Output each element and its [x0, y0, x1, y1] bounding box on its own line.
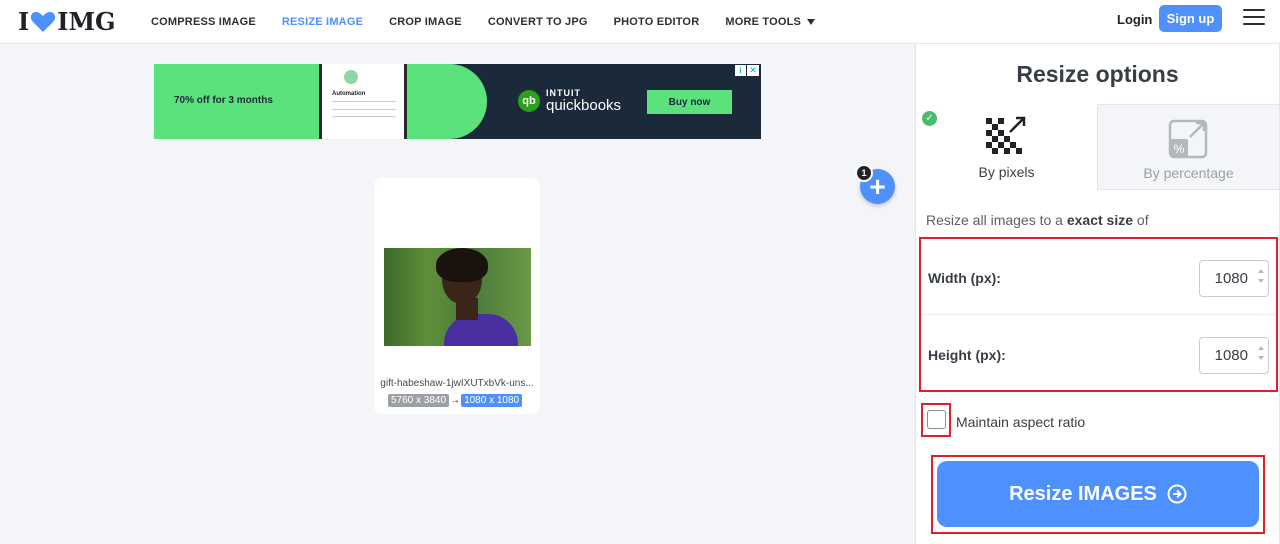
nav-compress-image[interactable]: COMPRESS IMAGE — [138, 16, 269, 28]
tab-by-percentage[interactable]: % By percentage — [1097, 104, 1279, 190]
width-spinner-icon[interactable] — [1257, 268, 1265, 286]
desc-bold: exact size — [1066, 212, 1134, 228]
ad-phone-logo-icon — [344, 70, 358, 84]
nav-resize-image[interactable]: RESIZE IMAGE — [269, 16, 376, 28]
check-icon: ✓ — [922, 111, 937, 126]
file-card[interactable]: gift-habeshaw-1jwIXUTxbVk-uns... 5760 x … — [374, 178, 540, 414]
sidebar-title: Resize options — [1016, 61, 1179, 87]
resize-images-button[interactable]: Resize IMAGES — [937, 461, 1259, 527]
ad-brand: qb INTUIT quickbooks — [518, 88, 621, 114]
submit-button-highlight: Resize IMAGES — [931, 455, 1265, 534]
ad-info-icon[interactable]: i — [735, 65, 746, 76]
height-row: Height (px): — [921, 316, 1276, 392]
nav-more-tools[interactable]: MORE TOOLS — [712, 16, 828, 28]
height-label: Height (px): — [928, 347, 1006, 363]
ad-green-curve — [407, 64, 487, 139]
svg-text:%: % — [1174, 142, 1185, 156]
quickbooks-logo-icon: qb — [518, 90, 540, 112]
main-nav: COMPRESS IMAGE RESIZE IMAGE CROP IMAGE C… — [138, 0, 828, 44]
width-label: Width (px): — [928, 270, 1001, 286]
maintain-aspect-ratio-checkbox[interactable] — [927, 410, 946, 429]
login-link[interactable]: Login — [1117, 12, 1152, 27]
caret-down-icon — [807, 19, 816, 26]
original-size-badge: 5760 x 3840 — [388, 394, 450, 407]
pixels-icon — [986, 116, 1026, 154]
resize-images-label: Resize IMAGES — [1009, 482, 1157, 505]
nav-crop-image[interactable]: CROP IMAGE — [376, 16, 475, 28]
new-size-badge: 1080 x 1080 — [461, 394, 523, 407]
logo-text-left: I — [18, 7, 30, 36]
signup-button[interactable]: Sign up — [1159, 5, 1222, 32]
desc-suffix: of — [1133, 212, 1149, 228]
nav-convert-to-jpg[interactable]: CONVERT TO JPG — [475, 16, 601, 28]
heart-icon — [31, 11, 56, 32]
maintain-aspect-ratio-label[interactable]: Maintain aspect ratio — [956, 414, 1085, 430]
ad-phone-image: Automation — [319, 64, 407, 139]
tab-by-pixels[interactable]: ✓ By pixels — [916, 104, 1097, 190]
width-row: Width (px): — [921, 239, 1276, 315]
dimension-inputs-highlight: Width (px): Height (px): — [919, 237, 1278, 392]
ad-brand-bottom: quickbooks — [546, 97, 622, 114]
ad-phone-title: Automation — [332, 91, 366, 97]
tab-by-pixels-label: By pixels — [978, 164, 1035, 180]
tab-by-percentage-label: By percentage — [1143, 165, 1234, 181]
percentage-icon: % — [1168, 119, 1208, 159]
aspect-checkbox-highlight — [921, 403, 951, 437]
file-count-badge: 1 — [855, 164, 873, 182]
logo-text-right: IMG — [57, 7, 116, 36]
nav-photo-editor[interactable]: PHOTO EDITOR — [601, 16, 713, 28]
ad-buy-button[interactable]: Buy now — [647, 90, 732, 114]
nav-more-tools-label: MORE TOOLS — [725, 16, 802, 28]
file-name: gift-habeshaw-1jwIXUTxbVk-uns... — [380, 378, 534, 389]
ad-offer-text: 70% off for 3 months — [174, 95, 273, 106]
image-thumbnail — [384, 248, 531, 346]
ad-close-icon[interactable]: ✕ — [747, 65, 759, 76]
arrow-right-icon: → — [450, 395, 461, 406]
resize-description: Resize all images to a exact size of — [926, 212, 1149, 228]
ad-banner[interactable]: 70% off for 3 months Automation qb INTUI… — [154, 64, 761, 139]
resize-options-sidebar: Resize options ✓ By pixels % By percenta… — [915, 44, 1280, 544]
top-navbar: I IMG COMPRESS IMAGE RESIZE IMAGE CROP I… — [0, 0, 1280, 44]
file-dimensions: 5760 x 3840 → 1080 x 1080 — [388, 394, 523, 407]
desc-prefix: Resize all images to a — [926, 212, 1067, 228]
hamburger-icon[interactable] — [1243, 9, 1265, 27]
logo[interactable]: I IMG — [18, 7, 116, 36]
height-spinner-icon[interactable] — [1257, 345, 1265, 363]
arrow-circle-right-icon — [1167, 484, 1187, 504]
